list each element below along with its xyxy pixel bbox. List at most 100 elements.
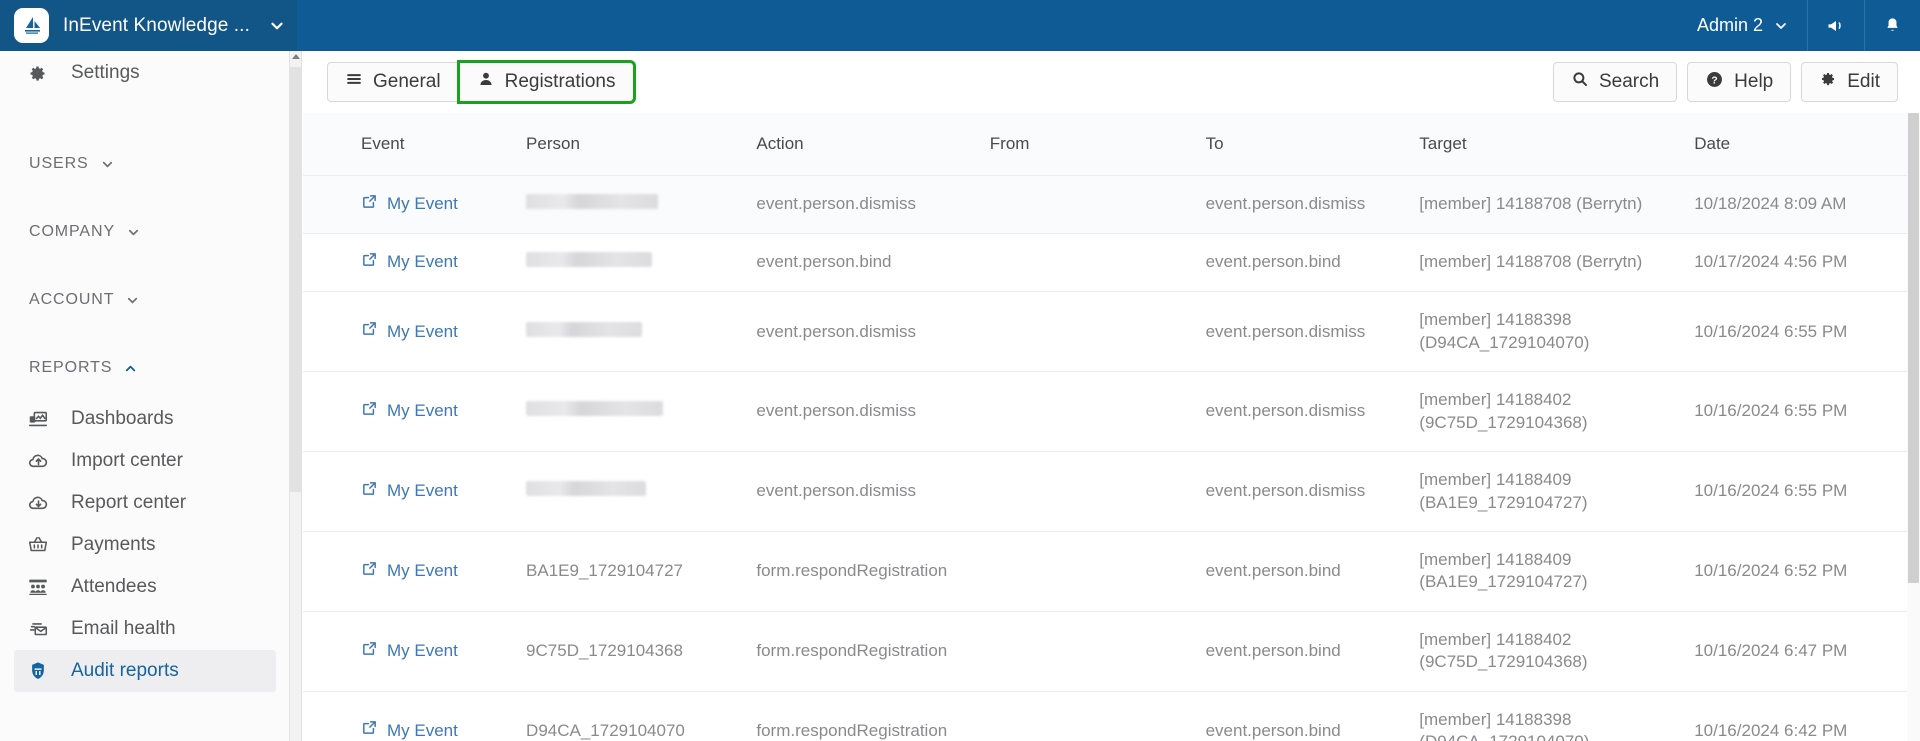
table-row[interactable]: My Event D94CA_1729104070 form.respondRegi…	[303, 691, 1908, 741]
brand-title: InEvent Knowledge ...	[63, 14, 250, 36]
sidebar-scrollbar[interactable]	[290, 51, 302, 741]
column-header-date[interactable]: Date	[1694, 113, 1908, 175]
event-link[interactable]: My Event	[361, 193, 458, 216]
cell-person-wrap	[526, 292, 756, 372]
table-header: Event Person Action From To Target Date	[303, 113, 1908, 175]
sidebar-group-account[interactable]: ACCOUNT	[0, 283, 289, 317]
cloud-download-icon	[27, 492, 57, 515]
sidebar-item-label: Settings	[71, 62, 140, 83]
cell-event: My Event	[303, 532, 526, 612]
sidebar-scrollbar-thumb[interactable]	[290, 67, 302, 492]
table-body: My Event event.person.dismiss event.person…	[303, 175, 1908, 741]
cell-to: event.person.dismiss	[1205, 194, 1366, 213]
cell-from	[990, 372, 1206, 452]
event-link[interactable]: My Event	[361, 560, 458, 583]
cell-date: 10/16/2024 6:55 PM	[1694, 401, 1848, 421]
sidebar-item-label: Email health	[71, 618, 176, 639]
sidebar-group-users[interactable]: USERS	[0, 147, 289, 181]
cell-target: [member] 14188398 (D94CA_1729104070)	[1419, 709, 1589, 741]
table-header-row: Event Person Action From To Target Date	[303, 113, 1908, 175]
sidebar-item-label: Report center	[71, 492, 187, 513]
edit-button[interactable]: Edit	[1801, 62, 1898, 102]
content-scrollbar[interactable]	[1907, 113, 1920, 741]
event-link[interactable]: My Event	[361, 320, 458, 343]
email-health-icon	[27, 618, 57, 640]
event-link-label: My Event	[387, 401, 458, 421]
table-row[interactable]: My Event 9C75D_1729104368 form.respondRegi…	[303, 611, 1908, 692]
column-header-target[interactable]: Target	[1419, 113, 1695, 175]
cell-date: 10/16/2024 6:42 PM	[1694, 720, 1848, 740]
column-header-to[interactable]: To	[1205, 113, 1420, 175]
column-header-from[interactable]: From	[989, 113, 1206, 175]
chevron-down-icon	[126, 225, 141, 240]
table-row[interactable]: My Event event.person.dismiss event.person…	[303, 452, 1908, 532]
event-link[interactable]: My Event	[361, 719, 458, 741]
tab-group: General Registrations	[327, 60, 636, 104]
admin-menu[interactable]: Admin 2	[1679, 0, 1807, 51]
tab-general[interactable]: General	[327, 62, 459, 102]
cell-date: 10/16/2024 6:55 PM	[1694, 321, 1848, 341]
cell-from	[990, 175, 1206, 233]
chevron-down-icon[interactable]	[268, 17, 286, 35]
hamburger-icon	[345, 70, 363, 94]
sidebar-group-reports[interactable]: REPORTS	[0, 351, 289, 385]
tab-registrations[interactable]: Registrations	[456, 60, 636, 104]
sidebar-item-payments[interactable]: Payments	[0, 524, 289, 566]
sidebar-item-dashboards[interactable]: Dashboards	[0, 398, 289, 440]
scroll-up-arrow-icon[interactable]	[292, 54, 300, 59]
table-row[interactable]: My Event BA1E9_1729104727 form.respondRegi…	[303, 532, 1908, 612]
search-button[interactable]: Search	[1552, 62, 1678, 102]
brand-area[interactable]: InEvent Knowledge ...	[0, 0, 297, 51]
column-header-person[interactable]: Person	[526, 113, 757, 175]
sidebar-item-settings[interactable]: Settings	[0, 51, 289, 95]
cell-to: event.person.bind	[1205, 252, 1341, 272]
sidebar-group-label: ACCOUNT	[29, 291, 115, 308]
column-header-event[interactable]: Event	[303, 113, 527, 175]
cell-person-wrap: D94CA_1729104070	[526, 691, 756, 741]
external-link-icon	[361, 480, 378, 503]
sidebar-item-label: Import center	[71, 450, 183, 471]
event-link[interactable]: My Event	[361, 480, 458, 503]
bell-icon[interactable]	[1865, 0, 1920, 51]
cell-person-wrap	[526, 233, 756, 291]
sidebar-item-import-center[interactable]: Import center	[0, 440, 289, 482]
table-row[interactable]: My Event event.person.dismiss event.person…	[303, 175, 1908, 234]
megaphone-icon[interactable]	[1808, 0, 1864, 51]
cell-from	[990, 233, 1206, 291]
chevron-down-icon	[125, 293, 140, 308]
tab-label: General	[373, 71, 441, 92]
content-scrollbar-thumb[interactable]	[1908, 113, 1919, 583]
sidebar-item-attendees[interactable]: Attendees	[0, 566, 289, 608]
sidebar-group-label: USERS	[29, 155, 89, 172]
table-row[interactable]: My Event event.person.dismiss event.person…	[303, 292, 1908, 372]
cell-person-wrap	[526, 372, 756, 452]
cell-date: 10/16/2024 6:47 PM	[1694, 641, 1848, 661]
event-link[interactable]: My Event	[361, 400, 458, 423]
sidebar-item-audit-reports[interactable]: Audit reports	[14, 650, 276, 692]
cell-date: 10/16/2024 6:52 PM	[1694, 561, 1848, 581]
cell-person: 9C75D_1729104368	[526, 641, 683, 661]
cell-event: My Event	[303, 691, 526, 741]
cell-person: D94CA_1729104070	[526, 720, 685, 740]
sidebar-item-email-health[interactable]: Email health	[0, 608, 289, 650]
event-link[interactable]: My Event	[361, 640, 458, 663]
column-header-action[interactable]: Action	[756, 113, 990, 175]
tab-label: Registrations	[504, 71, 616, 92]
help-button[interactable]: ? Help	[1687, 62, 1792, 102]
cell-target: [member] 14188409 (BA1E9_1729104727)	[1419, 470, 1588, 512]
inevent-logo-icon	[14, 8, 49, 43]
event-link[interactable]: My Event	[361, 251, 458, 274]
table-row[interactable]: My Event event.person.bind event.person.bi…	[303, 233, 1908, 292]
cell-person-wrap: 9C75D_1729104368	[526, 611, 756, 691]
cell-from	[990, 691, 1206, 741]
cell-event: My Event	[303, 175, 526, 233]
event-link-label: My Event	[387, 252, 458, 272]
cell-from	[990, 292, 1206, 372]
sidebar-group-company[interactable]: COMPANY	[0, 215, 289, 249]
sidebar-item-report-center[interactable]: Report center	[0, 482, 289, 524]
cell-to: event.person.bind	[1205, 720, 1341, 740]
button-label: Search	[1598, 71, 1660, 92]
table-row[interactable]: My Event event.person.dismiss event.person…	[303, 372, 1908, 452]
event-link-label: My Event	[387, 641, 458, 661]
sidebar-item-label: Payments	[71, 534, 156, 555]
